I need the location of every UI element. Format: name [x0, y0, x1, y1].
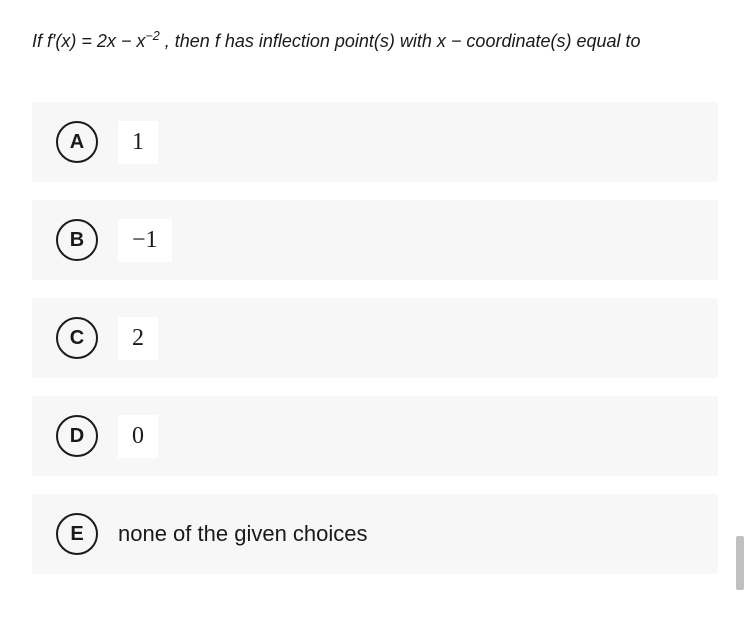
option-value-text: 2 [118, 317, 158, 360]
option-marker-b: B [56, 219, 98, 261]
option-a[interactable]: A 1 [32, 102, 718, 182]
option-marker-c: C [56, 317, 98, 359]
option-value-text: −1 [118, 219, 172, 262]
question-text: If f′(x) = 2x − x−2 , then f has inflect… [32, 28, 718, 54]
option-value-b: −1 [118, 219, 172, 262]
option-d[interactable]: D 0 [32, 396, 718, 476]
option-marker-d: D [56, 415, 98, 457]
option-letter: E [70, 523, 83, 546]
question-exponent: −2 [145, 29, 159, 43]
option-value-text: none of the given choices [118, 521, 368, 546]
option-letter: C [70, 327, 84, 350]
scrollbar-icon [736, 536, 744, 590]
question-expression: f′(x) = 2x − x [47, 31, 145, 51]
option-marker-e: E [56, 513, 98, 555]
option-letter: B [70, 229, 84, 252]
question-suffix: , then f has inflection point(s) with x … [160, 31, 641, 51]
option-value-c: 2 [118, 317, 158, 360]
options-container: A 1 B −1 C 2 D 0 E none of t [32, 102, 718, 574]
option-marker-a: A [56, 121, 98, 163]
option-b[interactable]: B −1 [32, 200, 718, 280]
option-value-text: 1 [118, 121, 158, 164]
option-value-text: 0 [118, 415, 158, 458]
option-value-e: none of the given choices [118, 520, 368, 548]
option-letter: A [70, 131, 84, 154]
option-c[interactable]: C 2 [32, 298, 718, 378]
option-letter: D [70, 425, 84, 448]
option-e[interactable]: E none of the given choices [32, 494, 718, 574]
option-value-d: 0 [118, 415, 158, 458]
option-value-a: 1 [118, 121, 158, 164]
question-prefix: If [32, 31, 47, 51]
